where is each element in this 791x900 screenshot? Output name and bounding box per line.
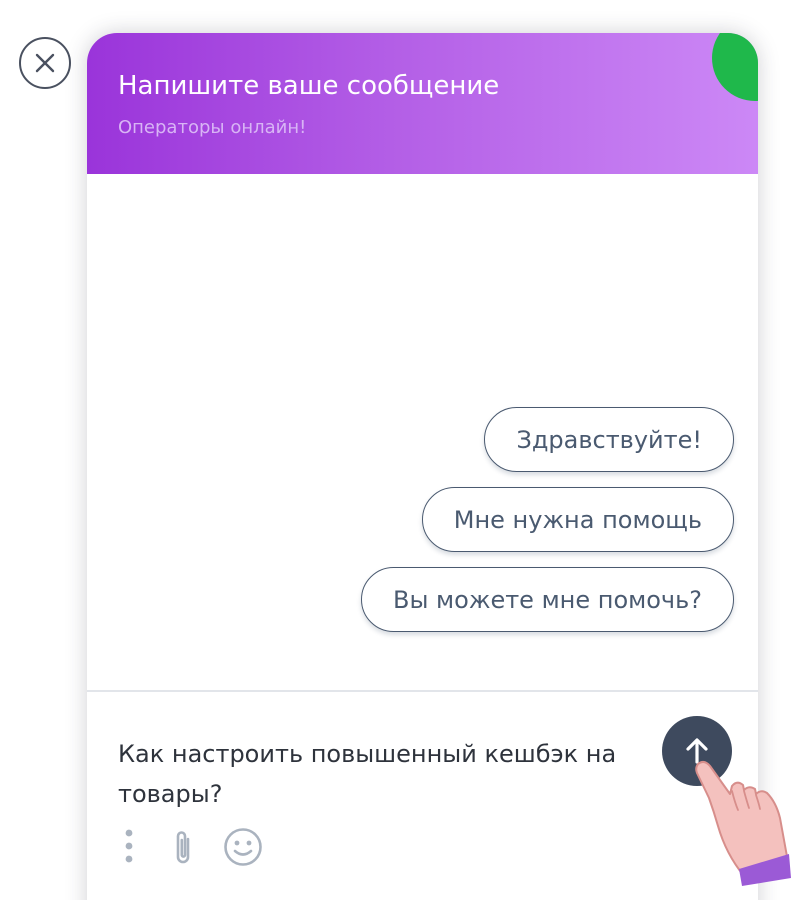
quick-reply-can-you-help[interactable]: Вы можете мне помочь? [360,567,734,632]
chat-widget: Напишите ваше сообщение Операторы онлайн… [87,33,758,900]
quick-reply-hello[interactable]: Здравствуйте! [484,407,734,472]
pointing-hand-icon [695,760,791,886]
header-title: Напишите ваше сообщение [118,71,500,101]
composer-toolbar [113,825,265,869]
online-status-indicator [712,33,758,101]
header-subtitle: Операторы онлайн! [118,117,307,138]
more-vertical-icon [125,829,133,863]
more-options-button[interactable] [113,827,145,867]
composer-divider [87,690,758,692]
close-button[interactable] [19,37,71,89]
paperclip-icon [176,831,190,864]
smiley-icon [224,828,262,866]
quick-reply-need-help[interactable]: Мне нужна помощь [421,487,734,552]
chat-header: Напишите ваше сообщение Операторы онлайн… [87,33,758,174]
message-input[interactable]: Как настроить повышенный кешбэк на товар… [118,734,638,814]
close-icon [35,53,55,73]
emoji-button[interactable] [221,825,265,869]
quick-replies: Здравствуйте! Мне нужна помощь Вы можете… [360,407,734,632]
chat-widget-screen: Напишите ваше сообщение Операторы онлайн… [0,0,791,900]
attach-file-button[interactable] [163,827,203,867]
